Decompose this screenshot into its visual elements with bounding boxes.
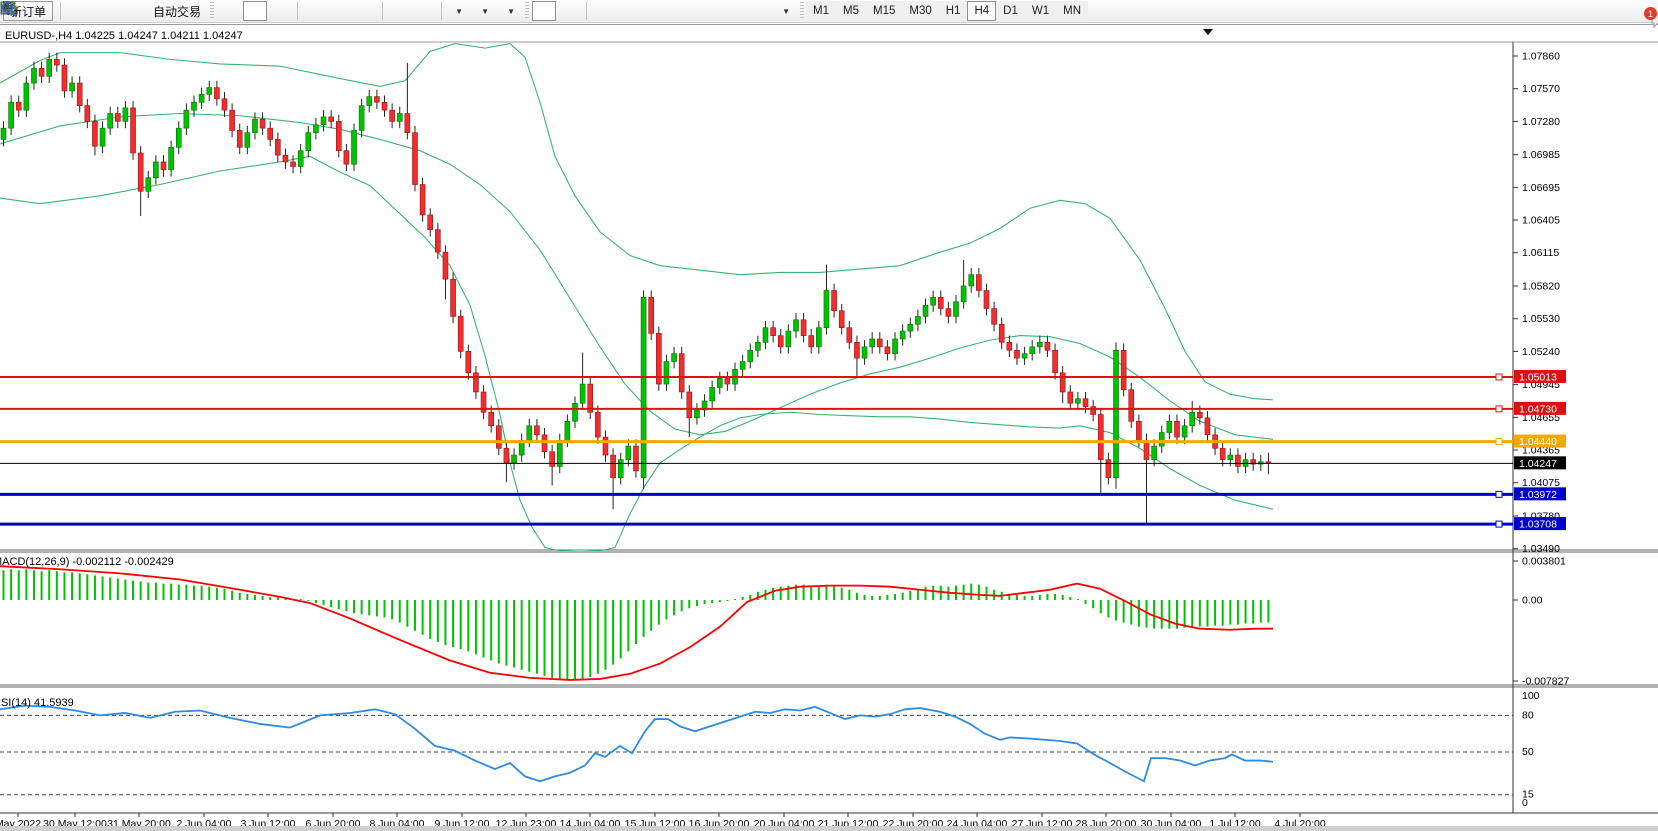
timeframe-m5[interactable]: M5: [836, 1, 866, 21]
window-bottom-edge: [0, 826, 1658, 831]
timeframe-mn[interactable]: MN: [1056, 1, 1088, 21]
line-handle: [1496, 491, 1502, 497]
svg-text:1.04730: 1.04730: [1519, 403, 1557, 415]
vertical-line-button[interactable]: [591, 1, 615, 21]
notification-badge: 1: [1644, 7, 1657, 20]
toolbar-grip: [210, 2, 214, 20]
signals-button[interactable]: [117, 1, 141, 21]
timeframe-w1[interactable]: W1: [1025, 1, 1056, 21]
timeframe-d1[interactable]: D1: [996, 1, 1025, 21]
timeframe-m1[interactable]: M1: [806, 1, 836, 21]
timeframe-group: M1M5M15M30H1H4D1W1MN: [806, 1, 1088, 21]
new-chart-button[interactable]: ▼: [446, 1, 470, 21]
separator: [586, 2, 587, 20]
cursor-button[interactable]: [532, 1, 556, 21]
chart-shift-button[interactable]: [413, 1, 437, 21]
line-handle: [1496, 374, 1502, 380]
navigator-button[interactable]: [91, 1, 115, 21]
candlestick-chart-button[interactable]: [243, 1, 267, 21]
svg-text:1.06115: 1.06115: [1522, 247, 1559, 259]
timeframe-m30[interactable]: M30: [902, 1, 938, 21]
horizontal-line-button[interactable]: [617, 1, 641, 21]
market-watch-button[interactable]: [65, 1, 89, 21]
equidistant-channel-button[interactable]: E: [669, 1, 693, 21]
chart-canvas[interactable]: 1.07860 1.07570 1.07280 1.06985 1.06695 1.064…: [0, 25, 1658, 831]
svg-text:1.04440: 1.04440: [1519, 436, 1557, 448]
svg-text:0.00: 0.00: [1522, 595, 1543, 607]
rsi-scale: 1008050150: [1522, 690, 1540, 809]
line-chart-button[interactable]: [269, 1, 293, 21]
separator: [297, 2, 298, 20]
crosshair-button[interactable]: [558, 1, 582, 21]
toolbar: 新订单 自动交易: [0, 0, 1658, 23]
macd-pane: [0, 566, 1273, 680]
separator: [60, 2, 61, 20]
price-axis: 1.07860 1.07570 1.07280 1.06985 1.06695 1.064…: [1513, 51, 1560, 556]
svg-text:1.07860: 1.07860: [1522, 51, 1560, 63]
mt4-window: 新订单 自动交易: [0, 0, 1658, 831]
timeframe-m15[interactable]: M15: [866, 1, 902, 21]
svg-text:80: 80: [1522, 709, 1534, 721]
rsi-label: RSI(14) 41.5939: [0, 697, 74, 709]
text-label-button[interactable]: T: [747, 1, 771, 21]
auto-trading-button[interactable]: 自动交易: [143, 1, 207, 21]
separator: [441, 2, 442, 20]
svg-text:-0.007827: -0.007827: [1522, 676, 1569, 688]
line-handle: [1496, 406, 1502, 412]
macd-scale: 0.003801 0.00 -0.007827: [1513, 556, 1569, 688]
zoom-out-button[interactable]: [328, 1, 352, 21]
chart-area[interactable]: EURUSD-,H4 1.04225 1.04247 1.04211 1.042…: [0, 24, 1658, 831]
rsi-pane: [0, 706, 1513, 795]
chart-title: EURUSD-,H4 1.04225 1.04247 1.04211 1.042…: [5, 30, 243, 42]
svg-text:1.05013: 1.05013: [1519, 371, 1557, 383]
svg-text:1.06405: 1.06405: [1522, 215, 1560, 227]
chart-shift-marker: [1203, 29, 1213, 35]
svg-text:1.06695: 1.06695: [1522, 182, 1560, 194]
auto-scroll-button[interactable]: [387, 1, 411, 21]
zoom-in-button[interactable]: [302, 1, 326, 21]
svg-text:0: 0: [1522, 797, 1528, 809]
dropdown-arrow-icon: ▼: [455, 7, 463, 16]
dropdown-arrow-icon: ▼: [782, 7, 790, 16]
svg-text:1.04247: 1.04247: [1519, 458, 1557, 470]
svg-text:1.07280: 1.07280: [1522, 116, 1560, 128]
timeframe-h1[interactable]: H1: [939, 1, 968, 21]
svg-text:1.03708: 1.03708: [1519, 519, 1557, 531]
bollinger-bands: [0, 44, 1273, 551]
arrows-button[interactable]: ▼: [773, 1, 797, 21]
dropdown-arrow-icon: ▼: [481, 7, 489, 16]
indicators-button[interactable]: ▼: [498, 1, 522, 21]
timeframe-h4[interactable]: H4: [967, 1, 996, 21]
line-handle: [1496, 521, 1502, 527]
toolbar-grip: [525, 2, 529, 20]
separator: [382, 2, 383, 20]
svg-text:1.05820: 1.05820: [1522, 280, 1560, 292]
macd-label: MACD(12,26,9) -0.002112 -0.002429: [0, 556, 174, 568]
svg-text:1.03490: 1.03490: [1522, 543, 1560, 555]
auto-trading-label: 自动交易: [153, 3, 201, 20]
svg-text:50: 50: [1522, 746, 1534, 758]
dropdown-arrow-icon: ▼: [507, 7, 515, 16]
svg-text:100: 100: [1522, 690, 1540, 702]
svg-text:0.003801: 0.003801: [1522, 556, 1566, 568]
line-handle: [1496, 439, 1502, 445]
profiles-button[interactable]: ▼: [472, 1, 496, 21]
svg-text:1.07570: 1.07570: [1522, 83, 1560, 95]
svg-text:1.03972: 1.03972: [1519, 489, 1557, 501]
svg-text:1.05530: 1.05530: [1522, 313, 1560, 325]
tile-windows-button[interactable]: [354, 1, 378, 21]
trendline-button[interactable]: [643, 1, 667, 21]
search-icon[interactable]: [0, 0, 18, 18]
toolbar-grip: [800, 2, 804, 20]
text-button[interactable]: A: [721, 1, 745, 21]
svg-text:1.06985: 1.06985: [1522, 149, 1560, 161]
candlesticks: [1, 53, 1271, 525]
fibonacci-button[interactable]: F: [695, 1, 719, 21]
horizontal-lines: 1.05013 1.04730 1.04440 1.04247 1.03972 1.037…: [0, 370, 1566, 531]
bar-chart-button[interactable]: [217, 1, 241, 21]
pane-borders: [0, 42, 1658, 813]
svg-text:1.05240: 1.05240: [1522, 346, 1560, 358]
